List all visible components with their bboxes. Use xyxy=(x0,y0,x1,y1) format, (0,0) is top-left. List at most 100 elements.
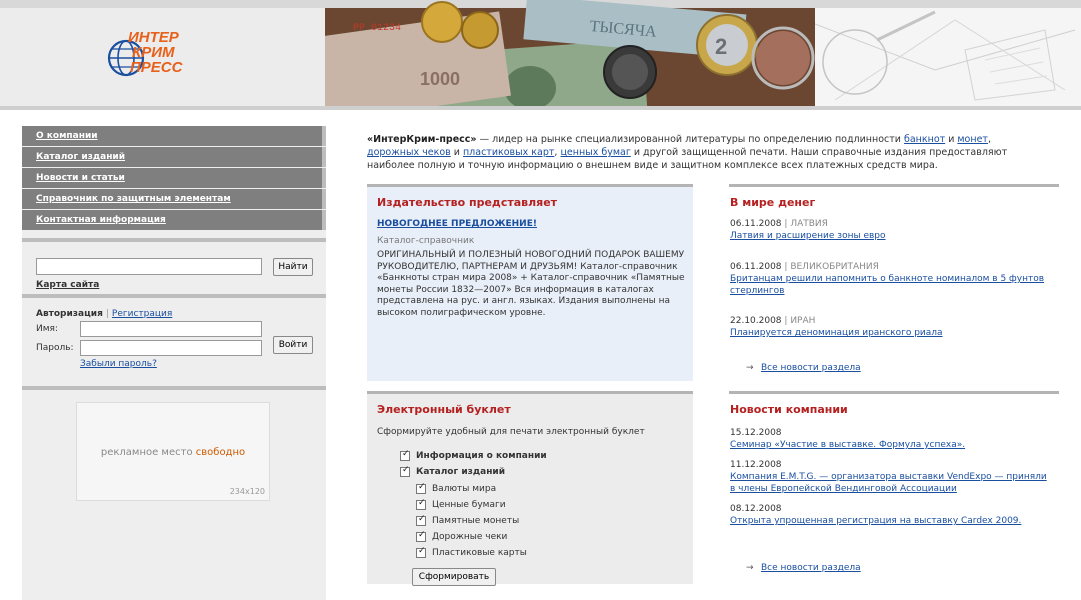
news-link[interactable]: Семинар «Участие в выставке. Формула усп… xyxy=(730,440,965,450)
option-label: Информация о компании xyxy=(416,451,547,461)
register-link[interactable]: Регистрация xyxy=(112,309,172,319)
news-link[interactable]: Открыта упрощенная регистрация на выстав… xyxy=(730,516,1021,526)
booklet-desc: Сформируйте удобный для печати электронн… xyxy=(377,427,645,437)
nav-item-catalog[interactable]: Каталог изданий xyxy=(22,147,326,167)
logo-area: ИНТЕР КРИМ ПРЕСС xyxy=(0,0,325,110)
all-money-news-link[interactable]: Все новости раздела xyxy=(761,363,861,373)
publisher-body: ОРИГИНАЛЬНЫЙ И ПОЛЕЗНЫЙ НОВОГОДНИЙ ПОДАР… xyxy=(377,250,685,318)
checkbox[interactable] xyxy=(416,482,426,494)
search-box: Найти Карта сайта xyxy=(22,238,326,294)
all-company-news-link[interactable]: Все новости раздела xyxy=(761,563,861,573)
booklet-panel: Электронный буклет Сформируйте удобный д… xyxy=(367,391,693,586)
option-label: Пластиковые карты xyxy=(432,548,527,558)
sitemap-link[interactable]: Карта сайта xyxy=(36,280,99,290)
news-link[interactable]: Планируется деноминация иранского риала xyxy=(730,328,943,338)
name-label: Имя: xyxy=(36,324,58,334)
header: ИНТЕР КРИМ ПРЕСС 1000 ТЫСЯЧА PP 01234 2 xyxy=(0,0,1081,110)
arrow-right-icon: → xyxy=(746,563,754,573)
company-logo[interactable]: ИНТЕР КРИМ ПРЕСС xyxy=(104,24,204,84)
company-news-title: Новости компании xyxy=(730,403,848,416)
news-place: ВЕЛИКОБРИТАНИЯ xyxy=(790,262,879,272)
intro-link-banknotes[interactable]: банкнот xyxy=(904,134,945,145)
intro-text-2: и xyxy=(945,134,958,145)
booklet-title: Электронный буклет xyxy=(377,403,511,416)
option-label: Валюты мира xyxy=(432,484,497,494)
news-item: 22.10.2008 | ИРАН Планируется деноминаци… xyxy=(730,316,943,338)
news-date: 11.12.2008 xyxy=(730,460,782,470)
option-label: Дорожные чеки xyxy=(432,532,508,542)
news-date: 15.12.2008 xyxy=(730,428,782,438)
money-news-panel: В мире денег 06.11.2008 | ЛАТВИЯ Латвия … xyxy=(729,184,1059,381)
news-place: ЛАТВИЯ xyxy=(790,219,828,229)
option-plastic-cards[interactable]: Пластиковые карты xyxy=(416,546,527,558)
checkbox[interactable] xyxy=(400,449,410,461)
new-year-offer-link[interactable]: НОВОГОДНЕЕ ПРЕДЛОЖЕНИЕ! xyxy=(377,219,537,229)
news-item: 15.12.2008 Семинар «Участие в выставке. … xyxy=(730,427,1050,451)
publisher-subtitle: Каталог-справочник xyxy=(377,236,475,246)
ad-box: рекламное место свободно 234x120 xyxy=(22,386,326,542)
news-link[interactable]: Компания E.M.T.G. — организатора выставк… xyxy=(730,472,1047,494)
intro-brand: «ИнтерКрим-пресс» xyxy=(367,134,477,145)
news-date: 08.12.2008 xyxy=(730,504,782,514)
news-item: 11.12.2008 Компания E.M.T.G. — организат… xyxy=(730,459,1050,495)
password-input[interactable] xyxy=(80,340,262,356)
intro-text: «ИнтерКрим-пресс» — лидер на рынке специ… xyxy=(367,133,1037,172)
option-currencies[interactable]: Валюты мира xyxy=(416,482,497,494)
publisher-panel: Издательство представляет НОВОГОДНЕЕ ПРЕ… xyxy=(367,184,693,381)
nav-item-reference[interactable]: Справочник по защитным элементам xyxy=(22,189,326,209)
checkbox[interactable] xyxy=(416,546,426,558)
ad-placeholder[interactable]: рекламное место свободно 234x120 xyxy=(76,402,270,501)
auth-title: Авторизация xyxy=(36,309,103,319)
intro-link-securities[interactable]: ценных бумаг xyxy=(560,147,630,158)
intro-link-coins[interactable]: монет xyxy=(957,134,988,145)
name-input[interactable] xyxy=(80,321,262,337)
nav-item-contacts[interactable]: Контактная информация xyxy=(22,210,326,230)
arrow-right-icon: → xyxy=(746,363,754,373)
news-date: 06.11.2008 xyxy=(730,262,782,272)
news-place: ИРАН xyxy=(790,316,816,326)
option-securities[interactable]: Ценные бумаги xyxy=(416,498,506,510)
money-news-title: В мире денег xyxy=(730,196,816,209)
money-banner-image: 1000 ТЫСЯЧА PP 01234 2 xyxy=(325,0,815,110)
logo-line-3: ПРЕСС xyxy=(130,59,184,76)
company-news-panel: Новости компании 15.12.2008 Семинар «Уча… xyxy=(729,391,1059,584)
nav-item-news[interactable]: Новости и статьи xyxy=(22,168,326,188)
login-button[interactable]: Войти xyxy=(273,336,313,354)
publisher-title: Издательство представляет xyxy=(377,196,558,209)
sidebar: О компании Каталог изданий Новости и ста… xyxy=(22,126,326,600)
svg-text:2: 2 xyxy=(715,34,727,59)
news-link[interactable]: Латвия и расширение зоны евро xyxy=(730,231,886,241)
svg-text:PP 01234: PP 01234 xyxy=(353,23,401,34)
sketch-decoration-image xyxy=(815,0,1081,110)
intro-link-travel-checks[interactable]: дорожных чеков xyxy=(367,147,451,158)
checkbox[interactable] xyxy=(416,530,426,542)
option-catalog[interactable]: Каталог изданий xyxy=(400,465,506,477)
news-link[interactable]: Британцам решили напомнить о банкноте но… xyxy=(730,274,1044,296)
svg-text:1000: 1000 xyxy=(420,69,460,89)
ad-text: рекламное место xyxy=(100,447,193,458)
option-coins[interactable]: Памятные монеты xyxy=(416,514,520,526)
password-label: Пароль: xyxy=(36,343,74,353)
checkbox[interactable] xyxy=(400,465,410,477)
news-date: 06.11.2008 xyxy=(730,219,782,229)
search-button[interactable]: Найти xyxy=(273,258,313,276)
generate-booklet-button[interactable]: Сформировать xyxy=(412,568,496,586)
checkbox[interactable] xyxy=(416,514,426,526)
news-item: 06.11.2008 | ЛАТВИЯ Латвия и расширение … xyxy=(730,219,886,241)
forgot-password-link[interactable]: Забыли пароль? xyxy=(80,359,157,369)
ad-size: 234x120 xyxy=(229,487,265,496)
news-date: 22.10.2008 xyxy=(730,316,782,326)
checkbox[interactable] xyxy=(416,498,426,510)
ad-free-text: свободно xyxy=(195,447,246,458)
search-input[interactable] xyxy=(36,258,262,275)
option-label: Ценные бумаги xyxy=(432,500,506,510)
intro-link-plastic-cards[interactable]: пластиковых карт xyxy=(463,147,554,158)
nav-item-about[interactable]: О компании xyxy=(22,126,326,146)
option-label: Памятные монеты xyxy=(432,516,520,526)
news-item: 06.11.2008 | ВЕЛИКОБРИТАНИЯ Британцам ре… xyxy=(730,262,1045,296)
news-item: 08.12.2008 Открыта упрощенная регистраци… xyxy=(730,503,1050,527)
option-company-info[interactable]: Информация о компании xyxy=(400,449,547,461)
option-label: Каталог изданий xyxy=(416,467,506,477)
intro-text-3: , xyxy=(987,134,991,145)
option-travel-checks[interactable]: Дорожные чеки xyxy=(416,530,508,542)
